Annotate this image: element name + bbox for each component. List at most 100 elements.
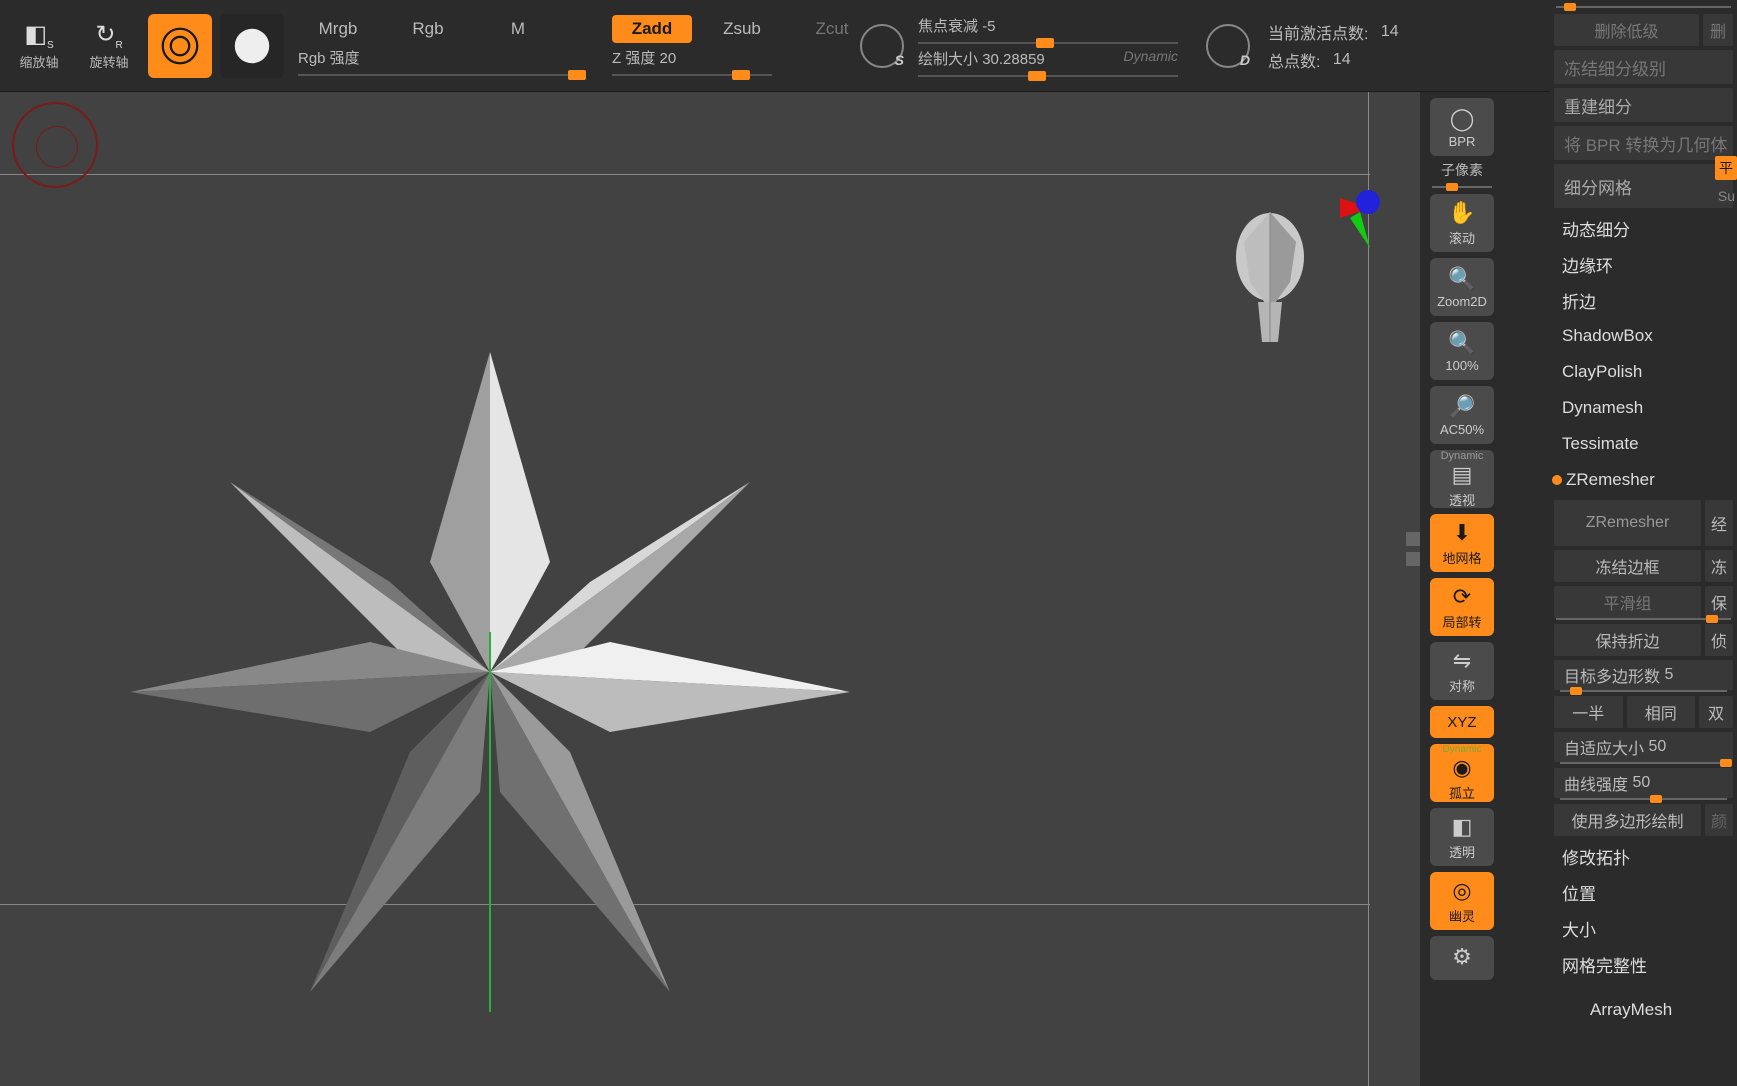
su-tag: Su [1718, 188, 1735, 204]
right-tool-strip: ◯ BPR 子像素 ✋ 滚动 🔍 Zoom2D 🔍 100% 🔎 AC50% D… [1420, 92, 1504, 1086]
viewport[interactable] [0, 92, 1420, 1086]
point-count-block: 当前激活点数: 14 总点数: 14 [1268, 20, 1399, 72]
zoom-icon: 🔍 [1448, 330, 1475, 356]
delete-lower-button[interactable]: 删除低级 [1554, 14, 1699, 46]
zoom100-button[interactable]: 🔍 100% [1430, 322, 1494, 380]
claypolish-header[interactable]: ClayPolish [1550, 354, 1737, 390]
zremesher-button[interactable]: ZRemesher [1554, 500, 1701, 546]
perspective-button[interactable]: Dynamic ▤ 透视 [1430, 450, 1494, 508]
xyz-button[interactable]: XYZ [1430, 706, 1494, 738]
dynamic-tag: Dynamic [1124, 48, 1178, 69]
focal-shift-s-icon[interactable]: S [860, 24, 904, 68]
smooth-suffix-button[interactable]: 保 [1705, 586, 1733, 618]
z-intensity-slider[interactable]: Z 强度 20 [612, 47, 832, 76]
material-sphere-b-button[interactable] [220, 14, 284, 78]
floor-grid-button[interactable]: ⬇ 地网格 [1430, 514, 1494, 572]
smooth-groups-button[interactable]: 平滑组 [1554, 586, 1701, 618]
zsub-button[interactable]: Zsub [702, 15, 782, 43]
same-button[interactable]: 相同 [1627, 696, 1696, 728]
m-button[interactable]: M [478, 15, 558, 43]
focal-shift-label: 焦点衰减 -5 [918, 15, 1198, 36]
zadd-button[interactable]: Zadd [612, 15, 692, 43]
scroll-notch-icon[interactable] [1406, 532, 1420, 546]
draw-size-label: 绘制大小 30.28859 [918, 48, 1045, 69]
rotate-axis-label: 旋转轴 [89, 52, 128, 71]
modify-topo-header[interactable]: 修改拓扑 [1550, 838, 1737, 874]
zoom2d-button[interactable]: 🔍 Zoom2D [1430, 258, 1494, 316]
hand-icon: ✋ [1448, 200, 1475, 226]
grid-icon: ▤ [1452, 462, 1473, 488]
adaptive-slider[interactable]: 自适应大小 50 [1554, 732, 1733, 764]
local-rotate-button[interactable]: ⟳ 局部转 [1430, 578, 1494, 636]
target-poly-slider[interactable]: 目标多边形数 5 [1554, 660, 1733, 692]
solo-icon: ◉ [1452, 755, 1471, 781]
symmetry-icon: ⇋ [1453, 648, 1471, 674]
sphere-icon: ◯ [1450, 106, 1475, 132]
arraymesh-header[interactable]: ArrayMesh [1550, 992, 1737, 1028]
scroll-button[interactable]: ✋ 滚动 [1430, 194, 1494, 252]
keep-crease-button[interactable]: 保持折边 [1554, 624, 1701, 656]
zremesher-suffix-button[interactable]: 经 [1705, 500, 1733, 546]
reconstruct-subdiv-button[interactable]: 重建细分 [1554, 88, 1733, 122]
subpixel-slider[interactable] [1432, 186, 1492, 188]
focal-shift-d-icon[interactable]: D [1206, 24, 1250, 68]
zremesher-section-header[interactable]: ZRemesher [1550, 462, 1737, 498]
delete-button[interactable]: 删 [1703, 14, 1733, 46]
ac50-button[interactable]: 🔎 AC50% [1430, 386, 1494, 444]
dynamic-subdiv-header[interactable]: 动态细分 [1550, 210, 1737, 246]
keep-crease-suffix-button[interactable]: 侦 [1705, 624, 1733, 656]
top-slider[interactable] [1556, 6, 1731, 8]
shadowbox-header[interactable]: ShadowBox [1550, 318, 1737, 354]
material-sphere-a-button[interactable] [148, 14, 212, 78]
rotate-axis-button[interactable]: ↻R 旋转轴 [78, 10, 140, 82]
use-suffix-button[interactable]: 颜 [1705, 804, 1733, 836]
symmetry-button[interactable]: ⇋ 对称 [1430, 642, 1494, 700]
freeze-suffix-button[interactable]: 冻 [1705, 550, 1733, 582]
gear-icon: ⚙ [1452, 944, 1472, 970]
position-header[interactable]: 位置 [1550, 874, 1737, 910]
curve-slider[interactable]: 曲线强度 50 [1554, 768, 1733, 800]
head-reference-icon[interactable] [1220, 202, 1320, 362]
freeze-subdiv-button[interactable]: 冻结细分级别 [1554, 50, 1733, 84]
subdiv-mesh-button[interactable]: 细分网格 [1554, 164, 1733, 208]
crease-header[interactable]: 折边 [1550, 282, 1737, 318]
zoom-icon: 🔍 [1448, 266, 1475, 292]
double-button[interactable]: 双 [1699, 696, 1733, 728]
subpixel-label[interactable]: 子像素 [1441, 160, 1483, 180]
transparency-button[interactable]: ◧ 透明 [1430, 808, 1494, 866]
size-header[interactable]: 大小 [1550, 910, 1737, 946]
geometry-panel: 删除低级 删 冻结细分级别 重建细分 将 BPR 转换为几何体 细分网格 平 S… [1550, 0, 1737, 1086]
focal-shift-slider[interactable]: 焦点衰减 -5 [918, 15, 1198, 44]
zoom-icon: 🔎 [1448, 394, 1475, 420]
mesh-integrity-header[interactable]: 网格完整性 [1550, 946, 1737, 982]
floor-icon: ⬇ [1453, 520, 1471, 546]
scale-axis-button[interactable]: ◧S 缩放轴 [8, 10, 70, 82]
bpr-button[interactable]: ◯ BPR [1430, 98, 1494, 156]
use-polypaint-button[interactable]: 使用多边形绘制 [1554, 804, 1701, 836]
extra-button[interactable]: ⚙ [1430, 936, 1494, 980]
brush-cursor-icon [12, 102, 98, 188]
half-button[interactable]: 一半 [1554, 696, 1623, 728]
active-points-label: 当前激活点数: [1268, 20, 1368, 44]
flat-tag[interactable]: 平 [1715, 156, 1737, 180]
scale-axis-label: 缩放轴 [19, 52, 58, 71]
dot-icon [1552, 475, 1562, 485]
scroll-notch-icon[interactable] [1406, 552, 1420, 566]
ghost-icon: ◎ [1452, 878, 1471, 904]
dynamesh-header[interactable]: Dynamesh [1550, 390, 1737, 426]
rgb-intensity-label: Rgb 强度 [298, 47, 598, 68]
z-intensity-label: Z 强度 20 [612, 47, 832, 68]
local-icon: ⟳ [1453, 584, 1471, 610]
solo-button[interactable]: Dynamic ◉ 孤立 [1430, 744, 1494, 802]
draw-size-slider[interactable]: 绘制大小 30.28859 Dynamic [918, 48, 1198, 77]
tessimate-header[interactable]: Tessimate [1550, 426, 1737, 462]
total-points-label: 总点数: [1268, 48, 1320, 72]
edgeloop-header[interactable]: 边缘环 [1550, 246, 1737, 282]
rgb-intensity-slider[interactable]: Rgb 强度 [298, 47, 598, 76]
rgb-button[interactable]: Rgb [388, 15, 468, 43]
ghost-button[interactable]: ◎ 幽灵 [1430, 872, 1494, 930]
rotate-icon: ↻R [95, 20, 122, 51]
mrgb-button[interactable]: Mrgb [298, 15, 378, 43]
bpr-to-geo-button[interactable]: 将 BPR 转换为几何体 [1554, 126, 1733, 160]
freeze-border-button[interactable]: 冻结边框 [1554, 550, 1701, 582]
